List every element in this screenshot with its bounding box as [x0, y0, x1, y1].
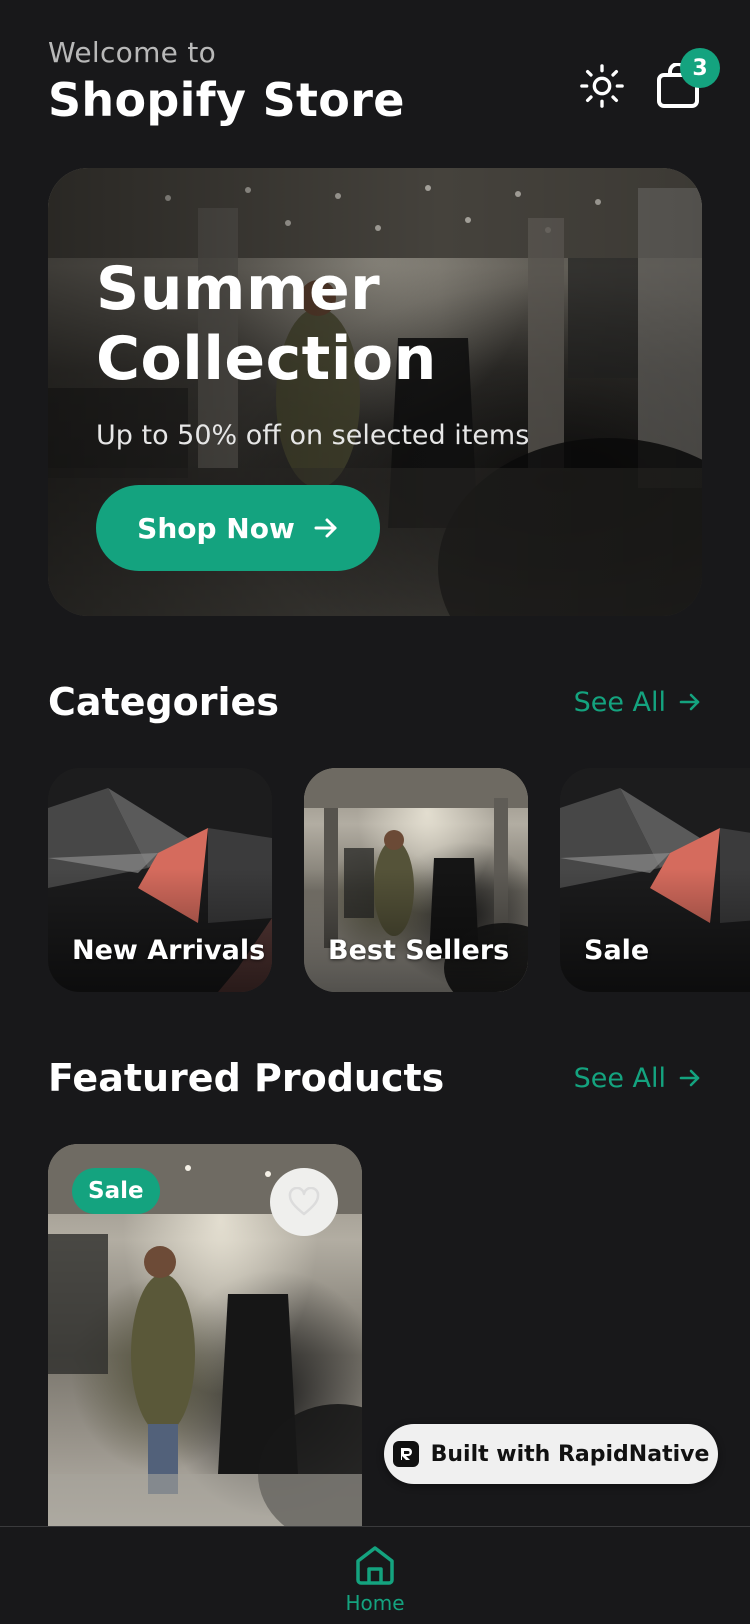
nav-label-home: Home — [345, 1591, 405, 1615]
hero-title: Summer Collection — [96, 254, 662, 394]
hero-banner[interactable]: Summer Collection Up to 50% off on selec… — [48, 168, 702, 616]
theme-toggle-button[interactable] — [578, 62, 626, 110]
nav-item-home[interactable]: Home — [335, 1543, 415, 1615]
built-with-label: Built with RapidNative — [430, 1441, 710, 1467]
bottom-nav: Home — [0, 1526, 750, 1624]
sun-icon — [580, 64, 624, 108]
hero-content: Summer Collection Up to 50% off on selec… — [96, 254, 662, 571]
home-icon — [356, 1546, 394, 1585]
hero-title-line-1: Summer — [96, 254, 381, 324]
shop-now-button[interactable]: Shop Now — [96, 485, 380, 571]
see-all-label: See All — [573, 1062, 666, 1094]
built-with-badge[interactable]: Built with RapidNative — [384, 1424, 718, 1484]
category-label: Sale — [584, 935, 650, 966]
categories-see-all-link[interactable]: See All — [574, 687, 702, 718]
header-actions: 3 — [578, 48, 720, 110]
categories-title: Categories — [48, 680, 279, 724]
category-card-sale[interactable]: Sale — [560, 768, 750, 992]
featured-title: Featured Products — [48, 1056, 445, 1100]
arrow-right-icon — [314, 518, 337, 538]
rapidnative-logo-icon — [392, 1441, 419, 1467]
featured-see-all-link[interactable]: See All — [574, 1063, 702, 1094]
product-card[interactable]: Sale — [48, 1144, 362, 1528]
category-label: Best Sellers — [328, 935, 510, 966]
hero-subtitle: Up to 50% off on selected items — [96, 420, 530, 451]
sale-badge: Sale — [72, 1168, 160, 1214]
favorite-button[interactable] — [270, 1168, 338, 1236]
featured-header: Featured Products See All — [48, 1056, 702, 1100]
cart-count-badge: 3 — [680, 48, 720, 88]
category-card-new-arrivals[interactable]: New Arrivals — [48, 768, 272, 992]
shop-now-label: Shop Now — [137, 511, 295, 545]
heart-icon — [288, 1187, 320, 1216]
category-label: New Arrivals — [72, 935, 266, 966]
arrow-right-icon — [679, 1069, 700, 1087]
see-all-label: See All — [573, 686, 666, 718]
cart-button[interactable]: 3 — [654, 48, 720, 110]
arrow-right-icon — [679, 693, 700, 711]
categories-header: Categories See All — [48, 680, 702, 724]
category-card-best-sellers[interactable]: Best Sellers — [304, 768, 528, 992]
header: Welcome to Shopify Store 3 — [48, 36, 720, 136]
app-screen: Welcome to Shopify Store 3 Summer Collec… — [0, 0, 750, 1624]
categories-carousel[interactable]: New Arrivals Best Sellers Sale — [48, 768, 750, 992]
hero-title-line-2: Collection — [96, 324, 437, 394]
